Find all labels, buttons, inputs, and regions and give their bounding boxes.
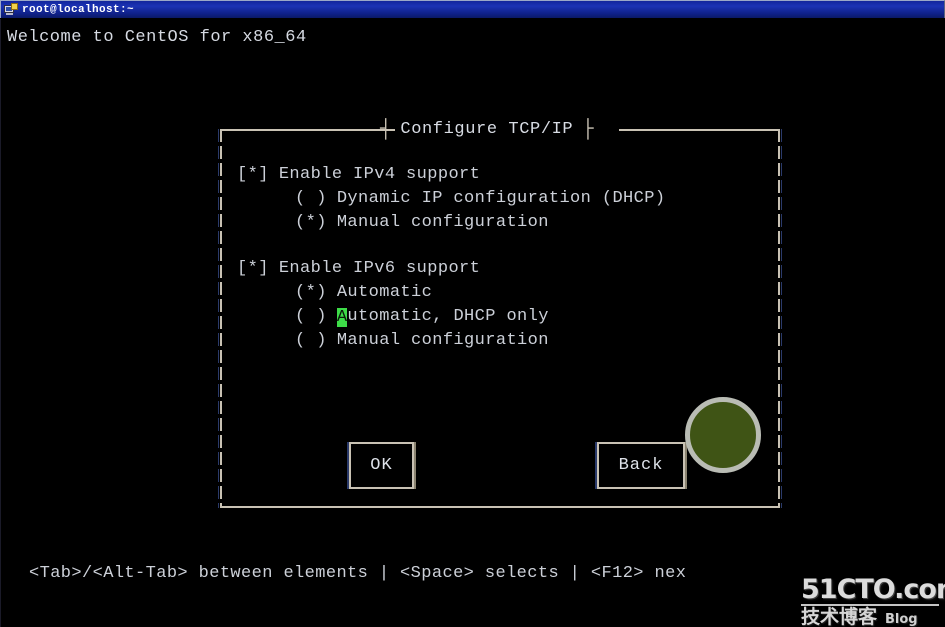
radio-marker: (*) (295, 213, 327, 232)
ipv6-option-group: [*] Enable IPv6 support (*) Automatic ( … (237, 257, 770, 353)
title-right-cap-icon: ├ (582, 118, 594, 140)
watermark-subtitle: 技术博客 Blog (801, 608, 945, 627)
checkbox-enable-ipv4[interactable]: [*] Enable IPv4 support (237, 163, 770, 187)
dialog-border-right (778, 129, 780, 508)
dialog-border-right-shadow (781, 129, 782, 508)
window-title: root@localhost:~ (22, 3, 135, 16)
radio-marker: ( ) (295, 189, 327, 208)
watermark-blog-text: Blog (885, 612, 918, 627)
watermark: 51CTO.com 技术博客 Blog (801, 574, 945, 627)
dialog-border-top-left (220, 129, 395, 131)
ok-button[interactable]: OK (349, 442, 414, 489)
radio-label: Manual configuration (336, 331, 549, 350)
text-cursor: A (336, 307, 348, 327)
radio-ipv4-manual[interactable]: (*) Manual configuration (237, 211, 770, 235)
dialog-border-bottom (220, 506, 780, 508)
checkbox-marker: [*] (237, 259, 269, 278)
dialog-title: Configure TCP/IP (400, 120, 574, 139)
status-help-line: <Tab>/<Alt-Tab> between elements | <Spac… (29, 564, 687, 583)
radio-label: utomatic, DHCP only (347, 307, 549, 326)
window-titlebar[interactable]: root@localhost:~ (0, 0, 945, 18)
dialog-title-bar: ┤ Configure TCP/IP ├ (380, 118, 594, 140)
radio-ipv4-dhcp[interactable]: ( ) Dynamic IP configuration (DHCP) (237, 187, 770, 211)
terminal-surface[interactable]: Welcome to CentOS for x86_64 ┤ Configure… (0, 19, 945, 627)
title-left-cap-icon: ┤ (380, 118, 392, 140)
computer-terminal-icon (4, 3, 18, 16)
welcome-line: Welcome to CentOS for x86_64 (7, 28, 307, 47)
checkbox-label: Enable IPv6 support (278, 259, 481, 278)
radio-marker: (*) (295, 283, 327, 302)
titlebar-content: root@localhost:~ (4, 3, 134, 16)
checkbox-label: Enable IPv4 support (278, 165, 481, 184)
radio-label: Automatic (336, 283, 433, 302)
terminal-window: root@localhost:~ Welcome to CentOS for x… (0, 0, 945, 627)
ipv4-option-group: [*] Enable IPv4 support ( ) Dynamic IP c… (237, 163, 770, 235)
radio-ipv6-automatic[interactable]: (*) Automatic (237, 281, 770, 305)
watermark-main-text: 51CTO.com (801, 574, 945, 605)
back-button[interactable]: Back (597, 442, 685, 489)
radio-ipv6-automatic-dhcp-only[interactable]: ( ) Automatic, DHCP only (237, 305, 770, 329)
dialog-border-top-right (619, 129, 780, 131)
radio-label: Dynamic IP configuration (DHCP) (336, 189, 666, 208)
dialog-border-left (220, 129, 222, 508)
radio-ipv6-manual[interactable]: ( ) Manual configuration (237, 329, 770, 353)
watermark-chinese-text: 技术博客 (801, 606, 878, 627)
watermark-rule (801, 604, 939, 606)
play-icon[interactable] (685, 397, 761, 473)
radio-marker: ( ) (295, 307, 327, 326)
checkbox-marker: [*] (237, 165, 269, 184)
radio-marker: ( ) (295, 331, 327, 350)
checkbox-enable-ipv6[interactable]: [*] Enable IPv6 support (237, 257, 770, 281)
dialog-border-left-shadow (218, 129, 219, 508)
radio-label: Manual configuration (336, 213, 549, 232)
